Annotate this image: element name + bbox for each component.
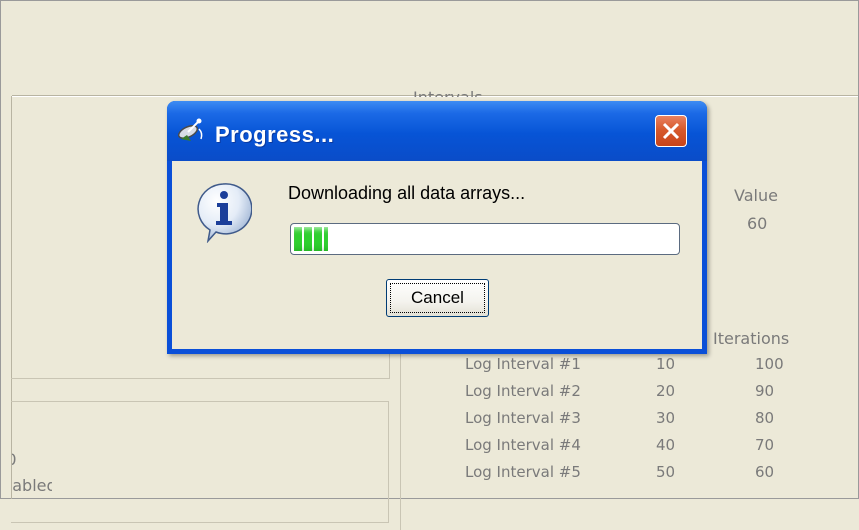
log-interval-iterations: 60 [755,463,775,481]
log-interval-name: Log Interval #1 [465,355,581,373]
log-interval-value: 50 [656,463,676,481]
close-icon [662,122,680,140]
progress-bar [290,223,680,255]
information-icon [194,181,253,244]
progress-message: Downloading all data arrays... [288,183,526,203]
log-interval-value: 10 [656,355,676,373]
cancel-button[interactable]: Cancel [386,279,489,317]
progress-dialog: Progress... Downloading all data arrays.… [167,101,707,354]
close-button[interactable] [655,115,687,147]
satellite-dish-icon [175,115,207,145]
log-interval-iterations: 100 [755,355,784,373]
log-interval-value: 20 [656,382,676,400]
log-interval-name: Log Interval #3 [465,409,581,427]
value-number: 60 [747,214,768,233]
left-groupbox-upper [11,350,390,379]
iterations-column-header: Iterations [713,329,790,348]
log-interval-iterations: 90 [755,382,775,400]
log-interval-iterations: 70 [755,436,775,454]
log-interval-name: Log Interval #4 [465,436,581,454]
log-interval-value: 40 [656,436,676,454]
log-interval-value: 30 [656,409,676,427]
left-partial-value: 100 [12,450,52,469]
left-partial-status: Enabled [12,476,52,495]
left-groupbox-lower [11,401,389,523]
log-interval-iterations: 80 [755,409,775,427]
log-interval-name: Log Interval #5 [465,463,581,481]
dialog-titlebar[interactable]: Progress... [167,101,707,161]
progress-fill [294,227,328,251]
log-interval-name: Log Interval #2 [465,382,581,400]
intervals-group-label: Intervals [413,88,483,97]
dialog-title: Progress... [215,122,335,147]
value-column-header: Value [734,186,778,205]
dialog-body: Downloading all data arrays... Cancel [172,161,702,349]
cancel-button-label: Cancel [411,288,464,307]
